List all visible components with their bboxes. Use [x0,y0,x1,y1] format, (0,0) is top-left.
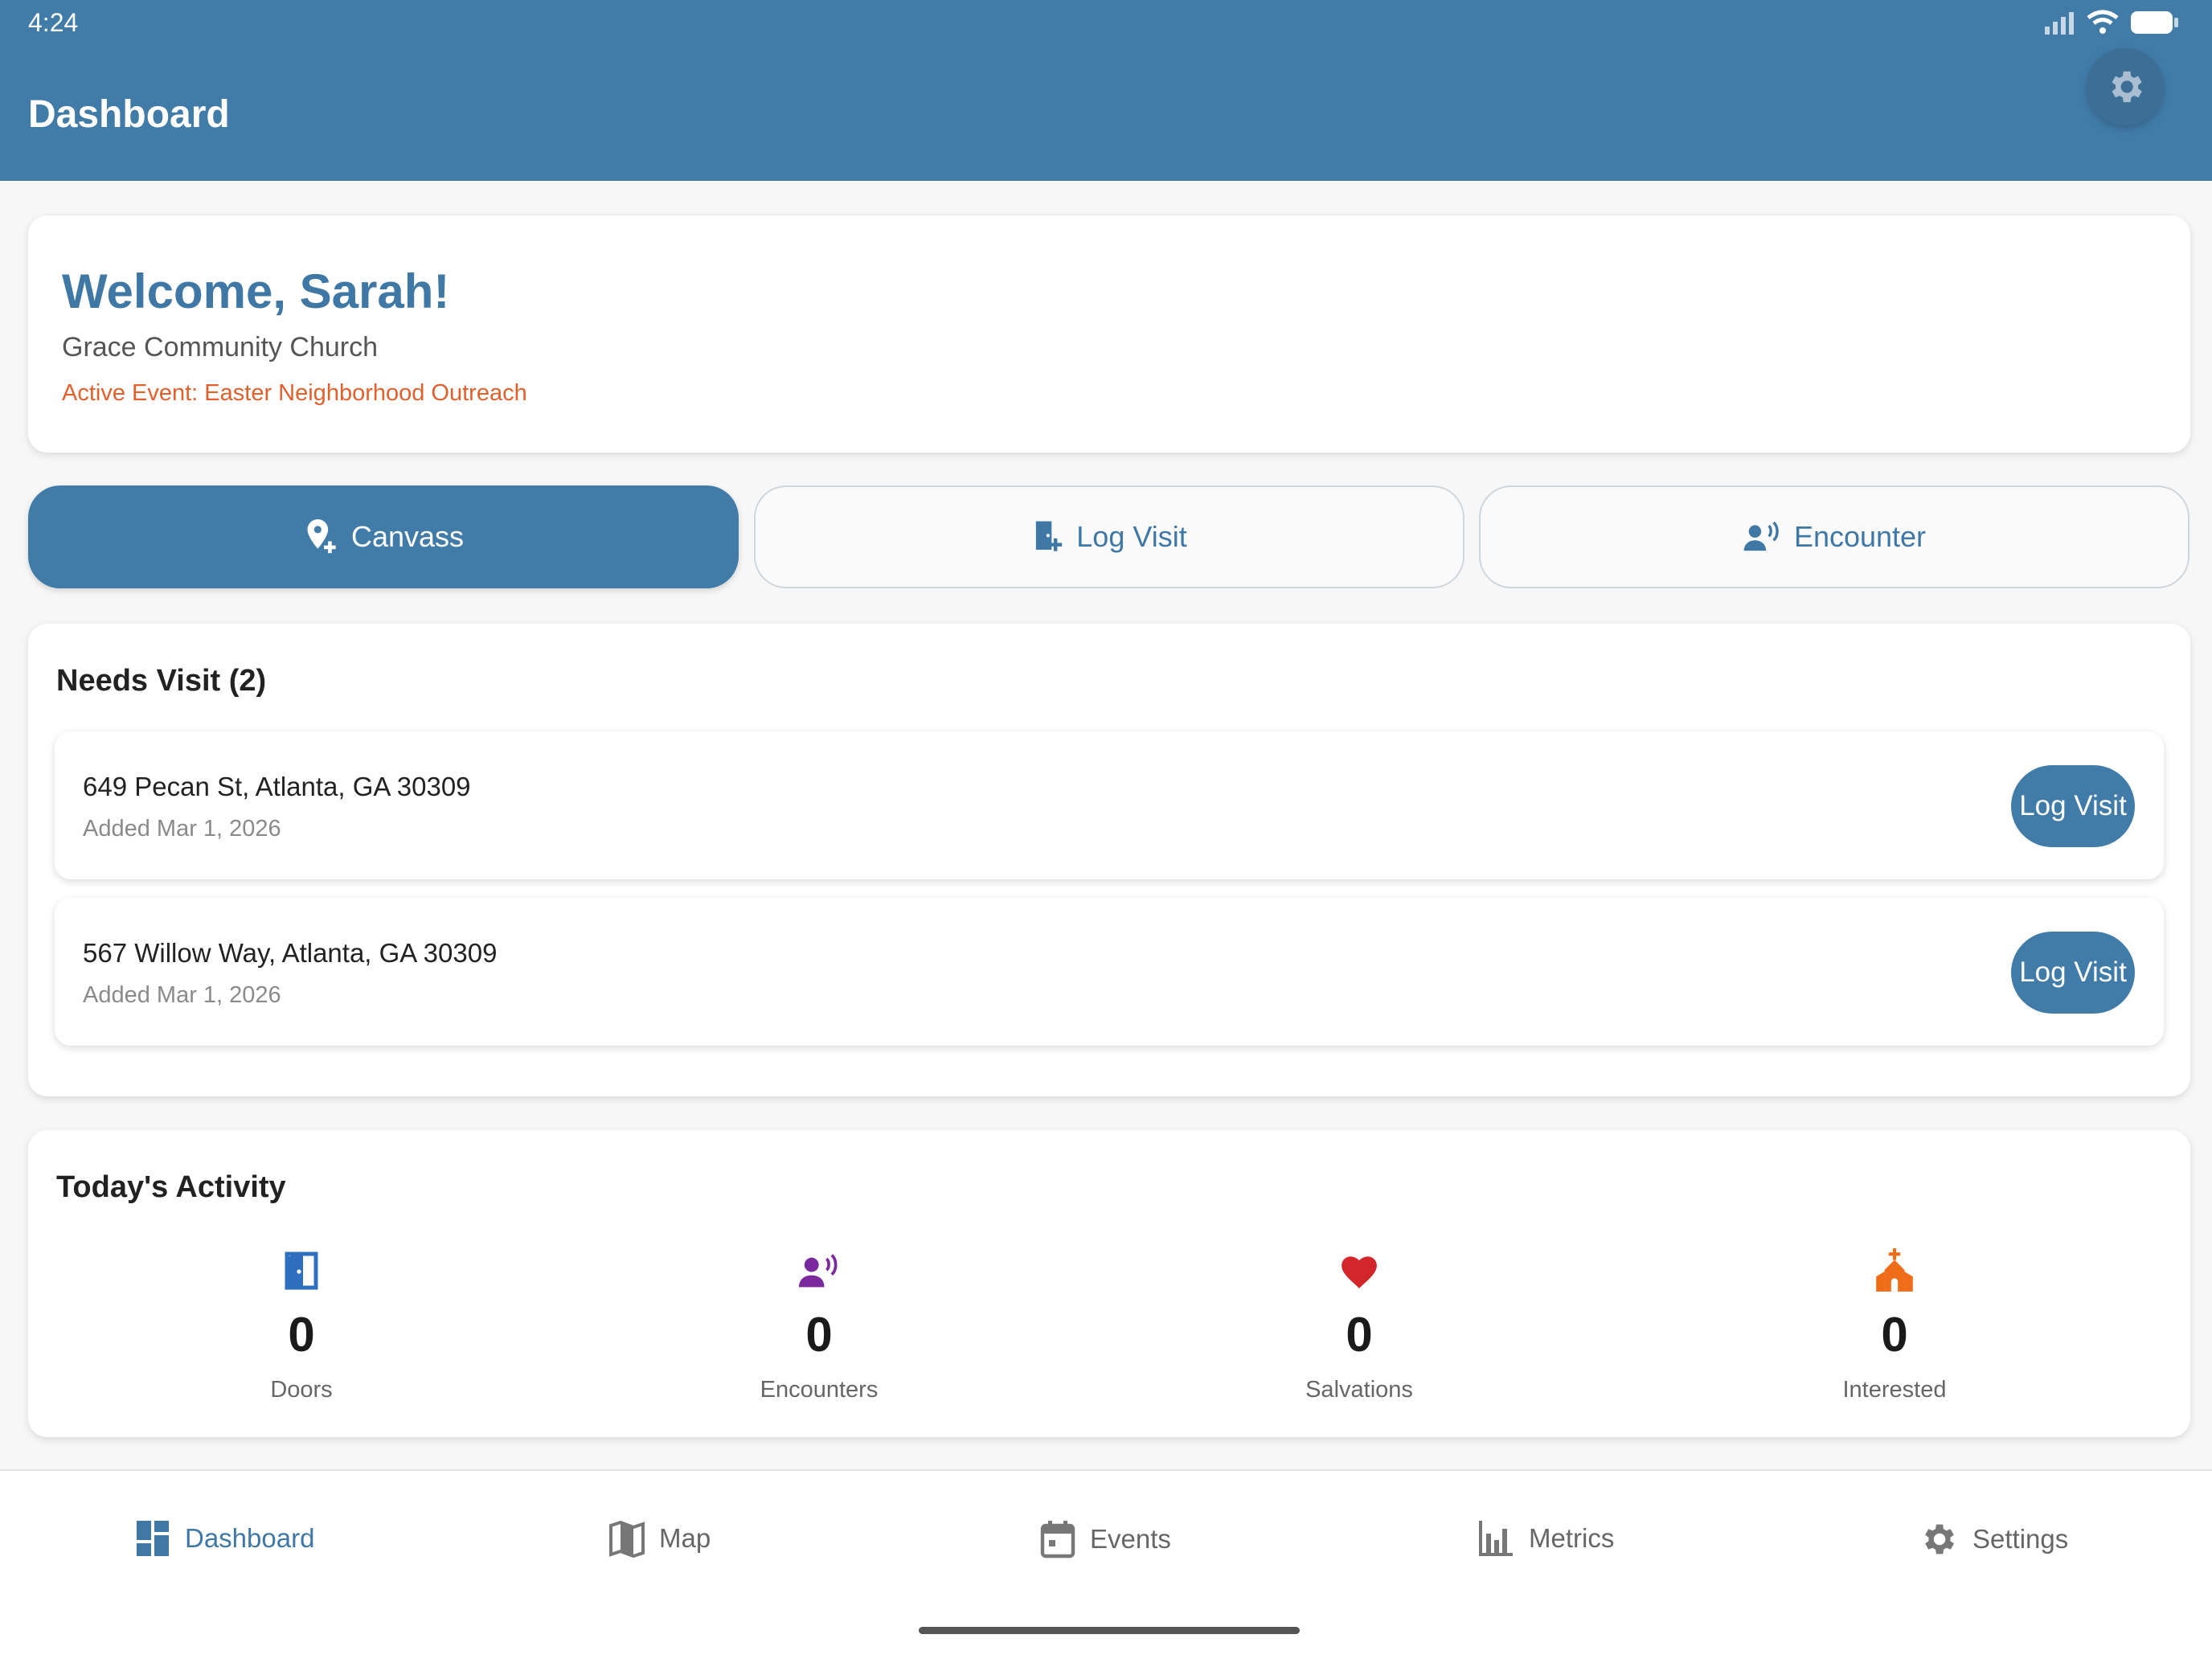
encounter-label: Encounter [1793,520,1927,553]
signal-icon [2045,12,2074,35]
door-icon [285,1251,318,1290]
battery-icon [2131,11,2178,34]
needs-visit-card: Needs Visit (2) 649 Pecan St, Atlanta, G… [28,624,2190,1096]
activity-card: Today's Activity 0 Doors 0 Encounters 0 … [28,1130,2190,1437]
app-header: 4:24 Dashboard [0,0,2212,181]
map-icon [609,1520,645,1558]
log-visit-button[interactable]: Log Visit [754,485,1464,588]
stat-label: Interested [1842,1377,1947,1403]
gear-icon [1925,1524,1954,1555]
nav-item-map[interactable]: Map [609,1519,711,1558]
heart-icon [1342,1256,1377,1288]
church-name: Grace Community Church [62,332,379,363]
stat-salvations: 0 Salvations [1198,1243,1520,1403]
nav-label: Metrics [1529,1523,1615,1553]
stat-value: 0 [1881,1308,1908,1362]
visit-date: Added Mar 1, 2026 [83,982,281,1008]
stat-value: 0 [288,1308,315,1362]
person-voice-icon [1743,521,1779,551]
nav-item-settings[interactable]: Settings [1918,1519,2068,1559]
gear-icon [2112,71,2142,103]
door-plus-icon [1036,521,1063,551]
log-visit-label: Log Visit [1076,520,1187,553]
stat-label: Salvations [1305,1377,1413,1403]
nav-label: Events [1090,1524,1171,1554]
stat-value: 0 [805,1308,833,1362]
visit-address: 567 Willow Way, Atlanta, GA 30309 [83,938,498,968]
log-visit-item-button[interactable]: Log Visit [2011,765,2135,847]
needs-visit-title: Needs Visit (2) [56,664,267,698]
encounter-button[interactable]: Encounter [1479,485,2189,588]
church-icon [1876,1248,1913,1292]
stat-doors: 0 Doors [141,1243,462,1403]
wifi-icon [2087,10,2119,34]
page-title: Dashboard [28,93,230,136]
stat-encounters: 0 Encounters [658,1243,980,1403]
home-indicator[interactable] [919,1627,1300,1634]
visit-date: Added Mar 1, 2026 [83,816,281,842]
visit-address: 649 Pecan St, Atlanta, GA 30309 [83,772,471,801]
location-plus-icon [307,519,336,554]
nav-item-dashboard[interactable]: Dashboard [135,1519,314,1558]
nav-label: Dashboard [185,1523,315,1553]
bottom-nav: Dashboard Map Events Metrics Settings [0,1469,2212,1659]
calendar-icon [1040,1521,1075,1559]
list-item: 567 Willow Way, Atlanta, GA 30309 Added … [55,898,2164,1046]
welcome-title: Welcome, Sarah! [62,264,450,318]
settings-button[interactable] [2087,48,2164,125]
nav-item-events[interactable]: Events [1040,1519,1171,1559]
active-event: Active Event: Easter Neighborhood Outrea… [62,380,527,406]
log-visit-item-button[interactable]: Log Visit [2011,932,2135,1014]
welcome-card: Welcome, Sarah! Grace Community Church A… [28,215,2190,453]
stat-label: Doors [270,1377,333,1403]
bar-chart-icon [1479,1521,1513,1556]
stat-value: 0 [1346,1308,1373,1362]
stat-label: Encounters [760,1377,879,1403]
canvass-button[interactable]: Canvass [28,485,739,588]
list-item: 649 Pecan St, Atlanta, GA 30309 Added Ma… [55,731,2164,879]
nav-item-metrics[interactable]: Metrics [1477,1519,1614,1558]
nav-label: Settings [1972,1524,2069,1554]
person-voice-icon [798,1254,838,1288]
canvass-label: Canvass [350,520,465,553]
status-icons [2043,10,2180,35]
stat-interested: 0 Interested [1734,1243,2055,1403]
status-time: 4:24 [28,8,79,37]
activity-title: Today's Activity [56,1170,286,1204]
nav-label: Map [659,1523,711,1553]
dashboard-icon [137,1521,169,1556]
